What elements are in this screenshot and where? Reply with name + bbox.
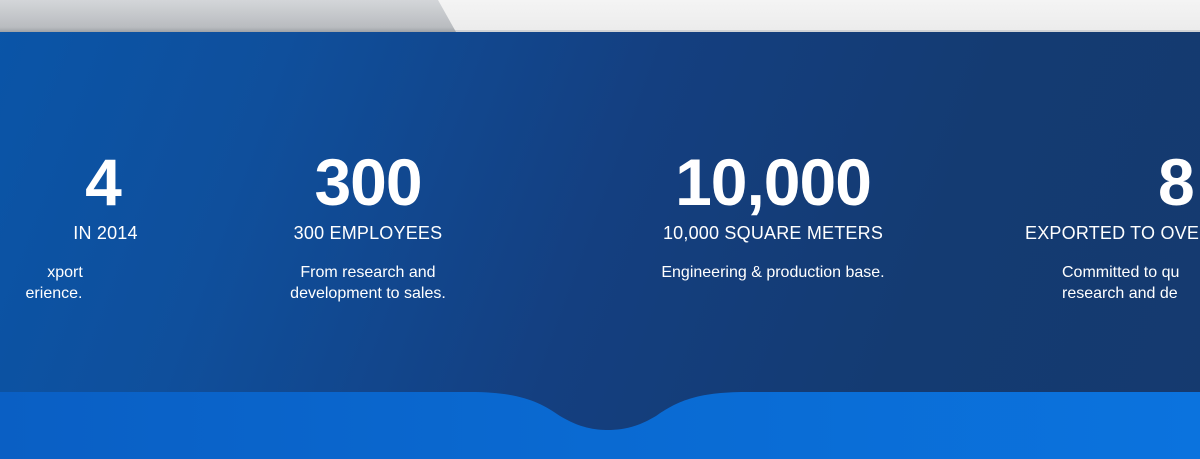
stat-founded: 4 IN 2014 xport erience.	[0, 146, 203, 304]
stat-description: Engineering & production base.	[661, 264, 885, 281]
stat-number: 300	[314, 145, 422, 219]
stat-number: 4	[85, 145, 122, 219]
bottom-wave	[0, 392, 1200, 459]
stat-number: 8	[1158, 145, 1195, 219]
stat-number: 10,000	[675, 145, 872, 219]
stat-export: 8 EXPORTED TO OVE Committed to qu resear…	[1025, 145, 1200, 304]
stat-area: 10,000 10,000 SQUARE METERS Engineering …	[613, 146, 933, 283]
stats-banner: 4 IN 2014 xport erience. 300 300 EMPLOYE…	[0, 0, 1200, 459]
stat-headline: 300 EMPLOYEES	[293, 223, 443, 243]
stat-description: From research and development to sales.	[290, 264, 446, 302]
stat-description: Committed to qu research and de	[1062, 264, 1180, 302]
stat-headline: IN 2014	[73, 223, 138, 243]
stat-description-line-2: erience.	[25, 285, 83, 302]
stat-headline: 10,000 SQUARE METERS	[662, 223, 884, 243]
stat-headline: EXPORTED TO OVE	[1025, 223, 1200, 243]
stat-description: xport erience.	[0, 262, 203, 304]
stat-description-line-1: xport	[47, 264, 83, 281]
stat-employees: 300 300 EMPLOYEES From research and deve…	[208, 146, 528, 304]
